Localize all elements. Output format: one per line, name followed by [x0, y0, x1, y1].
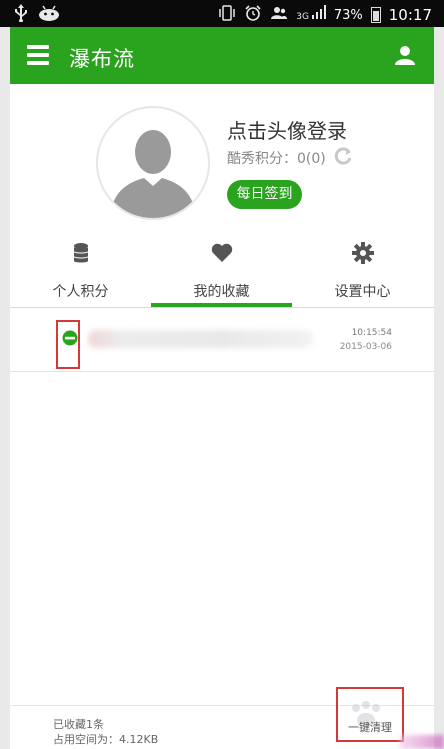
- favorites-count: 已收藏1条: [53, 718, 104, 731]
- battery-icon: [370, 7, 381, 23]
- vibrate-icon: [218, 5, 236, 25]
- item-title-blurred: [88, 330, 313, 348]
- item-time: 10:15:54: [351, 328, 392, 338]
- points-text: 酷秀积分：0(0): [227, 151, 326, 167]
- heart-icon: [211, 242, 233, 264]
- usb-icon: [14, 4, 28, 26]
- login-prompt[interactable]: 点击头像登录: [227, 115, 347, 144]
- database-icon: [70, 242, 92, 264]
- clock: 10:17: [388, 6, 432, 24]
- default-avatar-icon: [110, 130, 196, 218]
- android-icon: [38, 5, 60, 25]
- checkin-button[interactable]: 每日签到: [227, 180, 302, 209]
- app-title: 瀑布流: [69, 47, 135, 71]
- gear-icon: [351, 242, 374, 264]
- app-bar: 瀑布流: [10, 27, 434, 84]
- menu-icon[interactable]: [27, 45, 49, 65]
- left-frame: [0, 0, 10, 749]
- remove-icon[interactable]: [62, 330, 78, 346]
- tab-label: 我的收藏: [193, 284, 250, 300]
- storage-usage: 占用空间为：4.12KB: [53, 733, 159, 746]
- tab-my-favorites[interactable]: 我的收藏: [151, 237, 292, 307]
- avatar[interactable]: [96, 106, 210, 220]
- tab-personal-points[interactable]: 个人积分: [10, 237, 151, 307]
- tab-label: 设置中心: [334, 284, 391, 300]
- contacts-icon: [270, 5, 288, 25]
- right-frame: [434, 0, 444, 749]
- status-bar: 3G 73% 10:17: [0, 0, 444, 27]
- network-type: 3G: [296, 12, 309, 22]
- battery-percent: 73%: [333, 7, 363, 23]
- clean-button[interactable]: 一键清理: [341, 718, 399, 738]
- user-icon[interactable]: [394, 44, 416, 66]
- alarm-icon: [244, 5, 262, 25]
- item-date: 2015-03-06: [339, 342, 392, 352]
- tab-settings[interactable]: 设置中心: [292, 237, 433, 307]
- divider: [10, 307, 434, 308]
- signal-icon: 3G: [296, 5, 326, 25]
- refresh-icon[interactable]: [333, 146, 353, 166]
- decorative-glow: [400, 735, 444, 749]
- tab-label: 个人积分: [52, 284, 109, 300]
- tab-bar: 个人积分 我的收藏 设置中心: [10, 237, 434, 307]
